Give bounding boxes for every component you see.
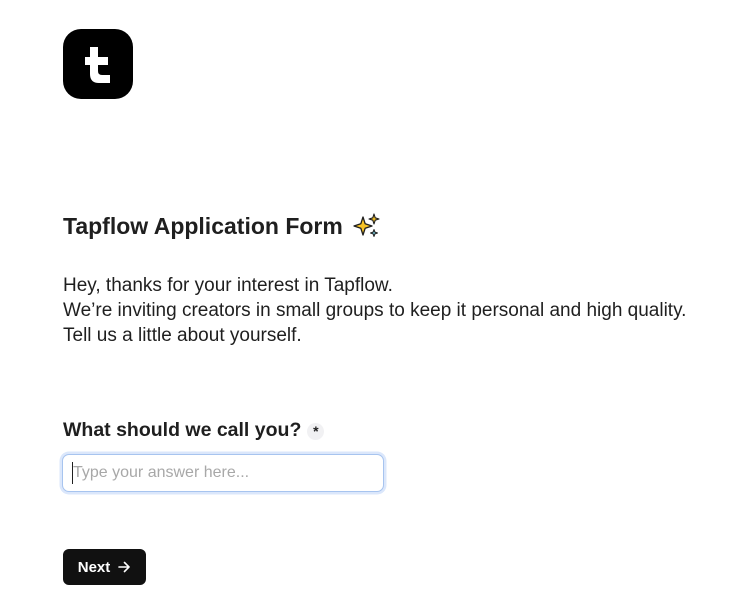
form-intro: Hey, thanks for your interest in Tapflow… xyxy=(63,273,713,348)
required-marker: * xyxy=(307,423,325,440)
tapflow-logo-icon xyxy=(63,29,133,99)
text-caret xyxy=(72,462,73,484)
intro-line-2: We’re inviting creators in small groups … xyxy=(63,300,687,346)
arrow-right-icon xyxy=(117,560,131,574)
form-title: Tapflow Application Form xyxy=(63,211,381,241)
name-answer-input[interactable] xyxy=(62,454,384,492)
sparkles-icon xyxy=(351,211,381,241)
question-label: What should we call you? * xyxy=(63,417,325,443)
next-button[interactable]: Next xyxy=(63,549,146,585)
intro-line-1: Hey, thanks for your interest in Tapflow… xyxy=(63,275,393,296)
next-button-label: Next xyxy=(77,558,111,576)
form-title-text: Tapflow Application Form xyxy=(63,213,343,239)
question-text: What should we call you? xyxy=(63,419,302,441)
application-form-page: Tapflow Application Form Hey, thanks for… xyxy=(0,0,737,615)
